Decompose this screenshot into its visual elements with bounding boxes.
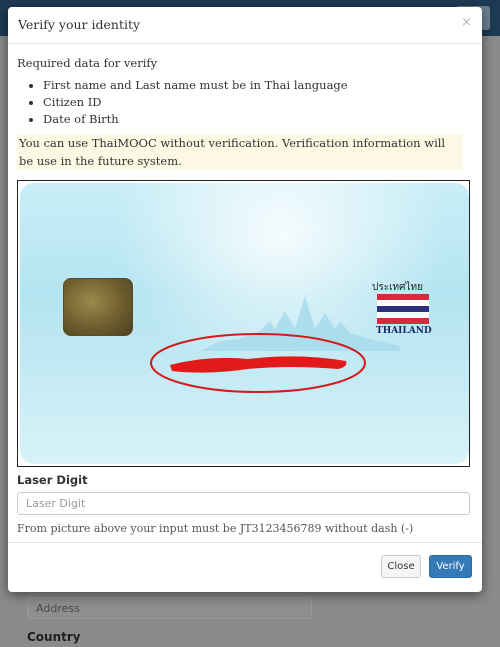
requirement-item: Date of Birth	[43, 111, 473, 128]
laser-digit-label: Laser Digit	[17, 473, 88, 487]
thai-flag-icon	[377, 294, 429, 324]
modal-title: Verify your identity	[18, 17, 141, 32]
laser-highlight-circle	[150, 333, 366, 393]
laser-digit-help: From picture above your input must be JT…	[17, 522, 414, 535]
requirement-item: Citizen ID	[43, 94, 473, 111]
requirements-list: First name and Last name must be in Thai…	[17, 77, 473, 128]
requirement-item: First name and Last name must be in Thai…	[43, 77, 473, 94]
verify-identity-modal: Verify your identity × Required data for…	[8, 7, 482, 592]
verify-button[interactable]: Verify	[429, 555, 472, 578]
thai-id-card: ประเทศไทย THAILAND	[20, 183, 469, 464]
laser-digit-input[interactable]	[17, 492, 470, 515]
verification-notice: You can use ThaiMOOC without verificatio…	[17, 134, 462, 170]
background-country-label: Country	[27, 630, 81, 644]
modal-footer: Close Verify	[8, 542, 482, 592]
required-data-title: Required data for verify	[17, 56, 158, 70]
card-country-thai: ประเทศไทย	[372, 282, 423, 293]
id-card-image: ประเทศไทย THAILAND	[17, 180, 470, 467]
modal-body: Required data for verify First name and …	[8, 44, 482, 535]
card-country-english: THAILAND	[376, 326, 432, 336]
modal-header: Verify your identity ×	[8, 7, 482, 44]
card-chip-icon	[63, 278, 133, 336]
close-button[interactable]: Close	[381, 555, 421, 578]
background-address-field: Address	[27, 597, 312, 619]
close-icon[interactable]: ×	[461, 15, 472, 30]
